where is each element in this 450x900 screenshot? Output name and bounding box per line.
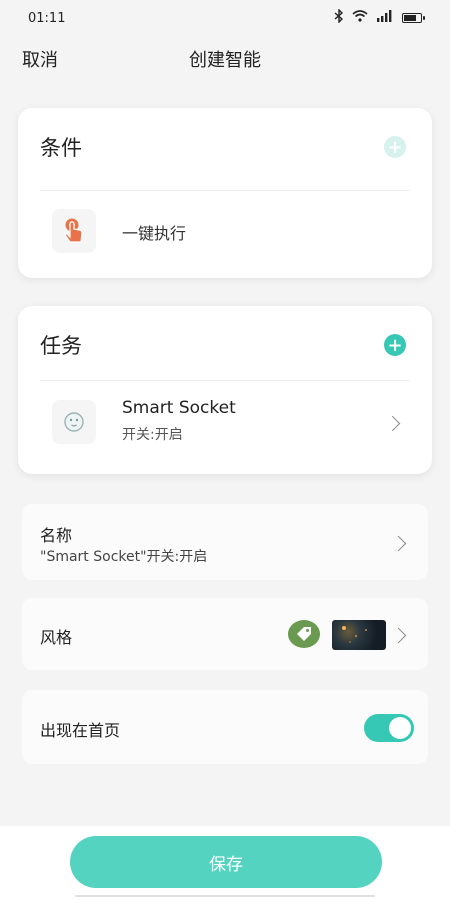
add-task-button[interactable]: + xyxy=(384,334,406,356)
conditions-card: 条件 + 一键执行 xyxy=(18,108,432,278)
condition-label: 一键执行 xyxy=(122,224,187,243)
style-setting[interactable]: 风格 xyxy=(22,598,428,670)
plus-icon: + xyxy=(387,136,403,158)
home-indicator xyxy=(75,895,375,897)
condition-item[interactable]: 一键执行 xyxy=(18,206,432,256)
tag-icon xyxy=(288,620,320,648)
add-condition-button[interactable]: + xyxy=(384,136,406,158)
page-title: 创建智能 xyxy=(189,50,261,71)
name-value: "Smart Socket"开关:开启 xyxy=(40,549,208,565)
show-on-home-label: 出现在首页 xyxy=(40,721,121,740)
save-button[interactable]: 保存 xyxy=(70,836,382,888)
name-setting[interactable]: 名称 "Smart Socket"开关:开启 xyxy=(22,504,428,580)
task-name: Smart Socket xyxy=(122,398,236,418)
toggle-knob xyxy=(389,717,411,739)
bluetooth-icon xyxy=(334,8,344,27)
conditions-title: 条件 xyxy=(40,136,82,160)
status-time: 01:11 xyxy=(28,10,66,26)
task-status: 开关:开启 xyxy=(122,427,183,443)
socket-icon xyxy=(52,400,96,444)
tap-hand-icon xyxy=(52,209,96,253)
task-item[interactable]: Smart Socket 开关:开启 xyxy=(18,394,432,450)
plus-icon: + xyxy=(387,334,403,356)
chevron-right-icon xyxy=(390,627,407,644)
tasks-title: 任务 xyxy=(40,334,82,358)
divider xyxy=(40,380,410,381)
show-on-home-toggle[interactable] xyxy=(364,714,414,742)
header: 取消 创建智能 xyxy=(0,40,450,76)
chevron-right-icon xyxy=(384,415,401,432)
status-icons xyxy=(334,8,425,27)
name-label: 名称 xyxy=(40,526,73,545)
style-label: 风格 xyxy=(40,628,73,647)
chevron-right-icon xyxy=(390,535,407,552)
wifi-icon xyxy=(352,10,368,26)
show-on-home-setting: 出现在首页 xyxy=(22,690,428,764)
battery-icon xyxy=(402,13,425,23)
tasks-card: 任务 + Smart Socket 开关:开启 xyxy=(18,306,432,474)
status-bar: 01:11 xyxy=(0,0,450,36)
signal-icon xyxy=(376,10,394,26)
style-thumbnail xyxy=(332,620,386,650)
divider xyxy=(40,190,410,191)
